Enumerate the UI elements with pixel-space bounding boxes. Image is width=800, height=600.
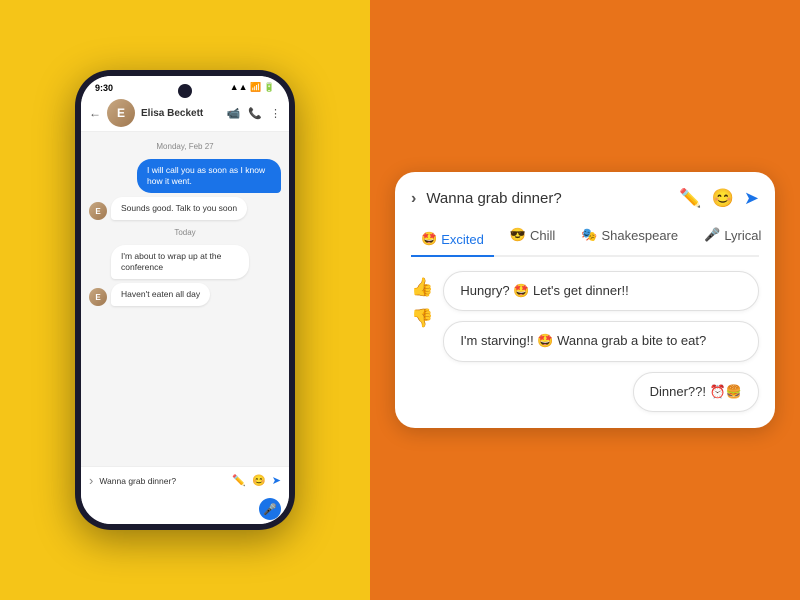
phone-call-icon[interactable]: 📞 <box>248 107 262 120</box>
left-panel: 9:30 ▲▲ 📶 🔋 ← E Elisa Beckett 📹 📞 ⋮ Mond… <box>0 0 370 600</box>
suggestion-send-icon[interactable]: ➤ <box>744 188 759 209</box>
suggestions-area: 👍 👎 Hungry? 🤩 Let's get dinner!! I'm sta… <box>411 271 759 412</box>
feedback-column: 👍 👎 <box>411 271 433 412</box>
emoji-icon[interactable]: 😊 <box>252 474 266 487</box>
tone-tabs: 🤩 Excited 😎 Chill 🎭 Shakespeare 🎤 Lyrica… <box>411 223 759 257</box>
back-arrow-icon[interactable]: ← <box>89 106 101 120</box>
lyrical-label: Lyrical <box>724 228 761 243</box>
date-divider-1: Monday, Feb 27 <box>89 142 281 151</box>
suggestion-emoji-icon[interactable]: 😊 <box>711 188 733 209</box>
suggestion-input-row: › Wanna grab dinner? ✏️ 😊 ➤ <box>411 188 759 209</box>
suggestion-item-1[interactable]: Hungry? 🤩 Let's get dinner!! <box>443 271 759 311</box>
suggestion-input-text[interactable]: Wanna grab dinner? <box>426 190 669 207</box>
header-action-icons: 📹 📞 ⋮ <box>227 107 281 120</box>
suggestion-chevron-icon[interactable]: › <box>411 190 416 208</box>
video-call-icon[interactable]: 📹 <box>227 107 241 120</box>
tab-lyrical[interactable]: 🎤 Lyrical <box>694 223 771 247</box>
send-icon[interactable]: ➤ <box>272 474 281 487</box>
tab-excited[interactable]: 🤩 Excited <box>411 223 494 257</box>
tab-chill[interactable]: 😎 Chill <box>500 223 565 247</box>
phone-screen: 9:30 ▲▲ 📶 🔋 ← E Elisa Beckett 📹 📞 ⋮ Mond… <box>81 76 289 524</box>
chat-messages: Monday, Feb 27 I will call you as soon a… <box>81 132 289 466</box>
received-avatar-1: E <box>89 202 107 220</box>
contact-name: Elisa Beckett <box>141 108 221 119</box>
tab-shakespeare[interactable]: 🎭 Shakespeare <box>571 223 688 247</box>
contact-avatar: E <box>107 99 135 127</box>
thumbs-up-icon[interactable]: 👍 <box>411 277 433 298</box>
suggestion-item-2[interactable]: I'm starving!! 🤩 Wanna grab a bite to ea… <box>443 321 759 361</box>
received-avatar-2: E <box>89 288 107 306</box>
shakespeare-emoji: 🎭 <box>581 227 597 243</box>
message-received-1: E Sounds good. Talk to you soon <box>89 197 281 220</box>
suggestions-list: Hungry? 🤩 Let's get dinner!! I'm starvin… <box>443 271 759 412</box>
chat-input-bar: › Wanna grab dinner? ✏️ 😊 ➤ <box>81 466 289 494</box>
mic-button[interactable]: 🎤 <box>259 498 281 520</box>
bubble-received-1: Sounds good. Talk to you soon <box>111 197 247 220</box>
excited-emoji: 🤩 <box>421 231 437 247</box>
input-icons: ✏️ 😊 ➤ <box>232 474 281 487</box>
thumbs-down-icon[interactable]: 👎 <box>411 308 433 329</box>
bubble-received-2: I'm about to wrap up at the conference <box>111 245 249 279</box>
shakespeare-label: Shakespeare <box>602 228 679 243</box>
suggestion-edit-icon[interactable]: ✏️ <box>679 188 701 209</box>
message-received-3: E Haven't eaten all day <box>89 283 281 306</box>
edit-icon[interactable]: ✏️ <box>232 474 246 487</box>
chat-input-text[interactable]: Wanna grab dinner? <box>99 476 226 486</box>
bubble-received-3: Haven't eaten all day <box>111 283 210 306</box>
phone-notch <box>178 84 192 98</box>
message-bubble-sent-1: I will call you as soon as I know how it… <box>137 159 281 193</box>
right-panel: › Wanna grab dinner? ✏️ 😊 ➤ 🤩 Excited 😎 … <box>370 0 800 600</box>
expand-icon[interactable]: › <box>89 473 93 488</box>
phone-mockup: 9:30 ▲▲ 📶 🔋 ← E Elisa Beckett 📹 📞 ⋮ Mond… <box>75 70 295 530</box>
more-options-icon[interactable]: ⋮ <box>270 107 281 120</box>
chill-emoji: 😎 <box>510 227 526 243</box>
status-time: 9:30 <box>95 83 113 93</box>
status-icons: ▲▲ 📶 🔋 <box>230 82 275 93</box>
lyrical-emoji: 🎤 <box>704 227 720 243</box>
excited-label: Excited <box>441 232 484 247</box>
chat-header: ← E Elisa Beckett 📹 📞 ⋮ <box>81 95 289 132</box>
mic-bar: 🎤 <box>81 494 289 524</box>
chill-label: Chill <box>530 228 555 243</box>
suggestion-card: › Wanna grab dinner? ✏️ 😊 ➤ 🤩 Excited 😎 … <box>395 172 775 428</box>
date-divider-2: Today <box>89 228 281 237</box>
suggestion-item-3[interactable]: Dinner??! ⏰🍔 <box>633 372 759 412</box>
suggestion-action-icons: ✏️ 😊 ➤ <box>679 188 759 209</box>
